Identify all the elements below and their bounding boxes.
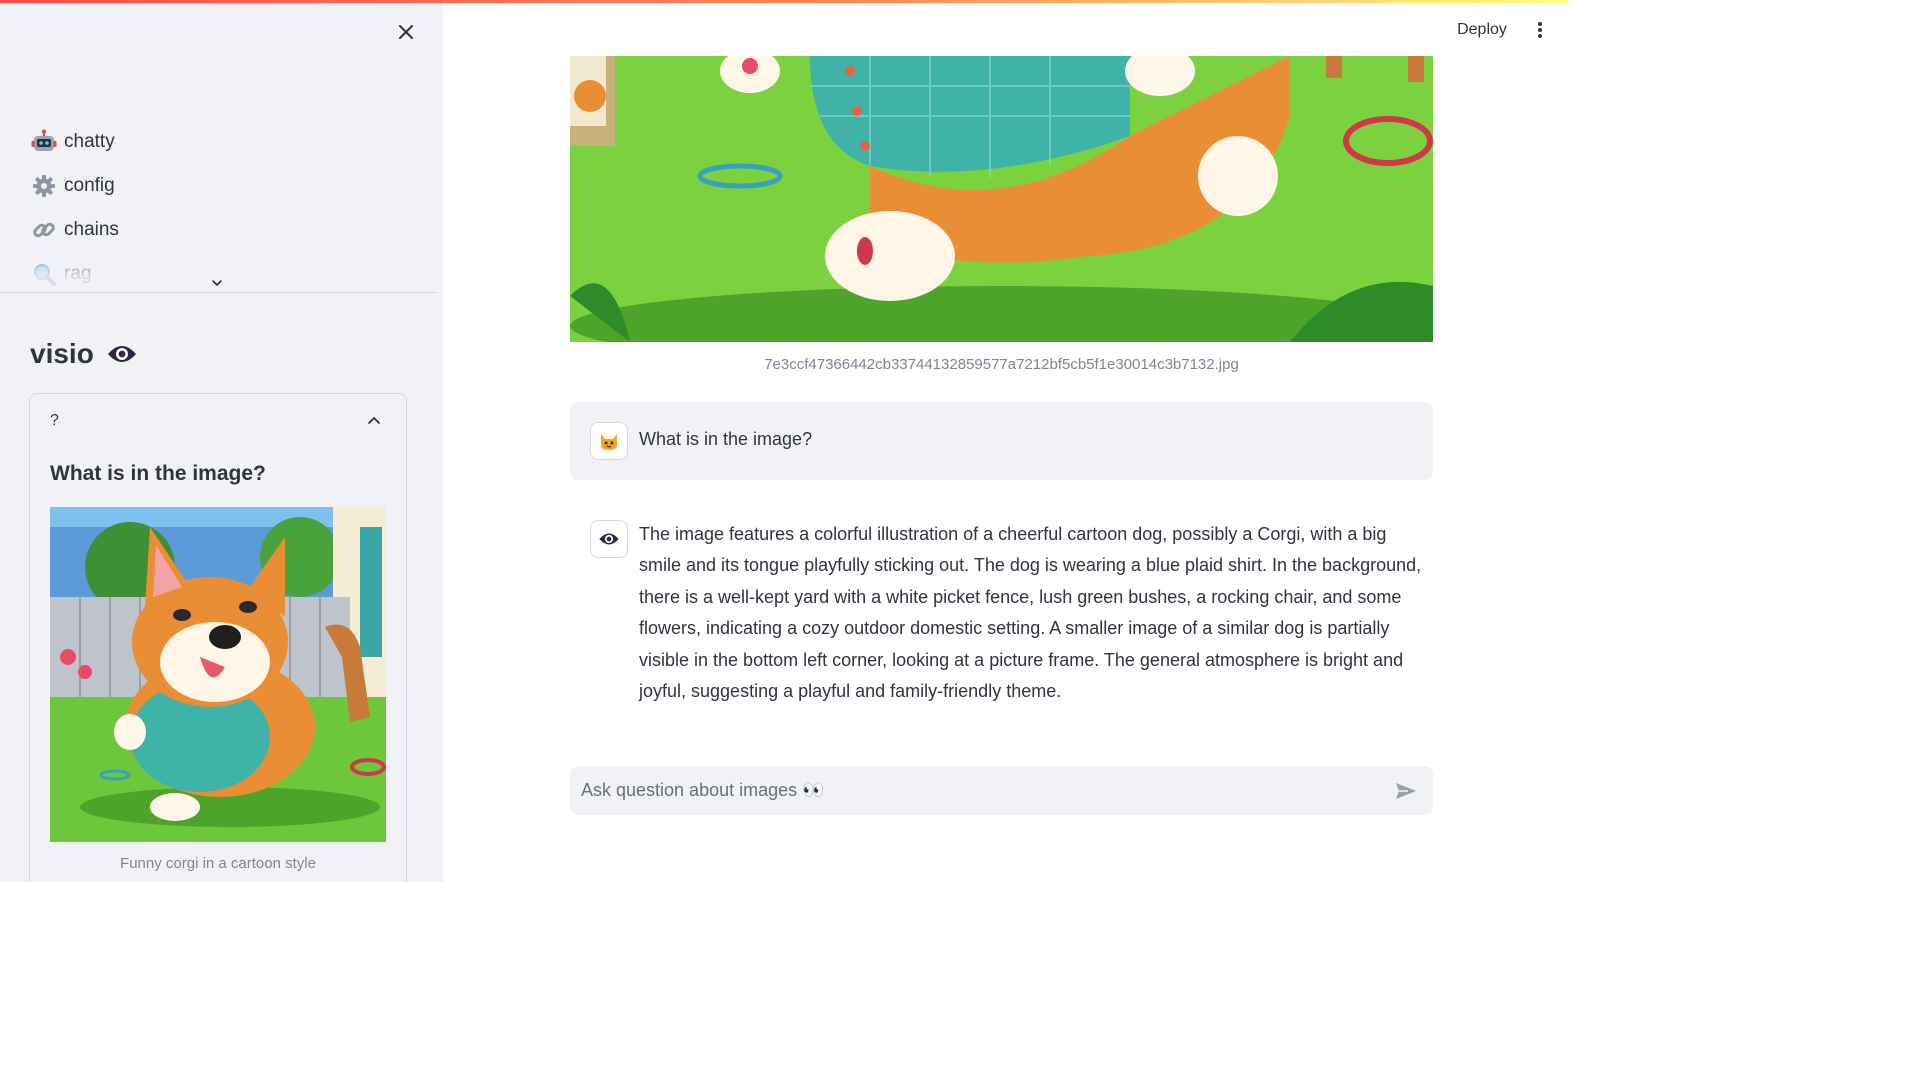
expander-header[interactable]: ? xyxy=(50,412,59,430)
sidebar-item-chains[interactable]: chains xyxy=(30,208,430,252)
magnifier-icon xyxy=(30,260,58,288)
sidebar-item-config[interactable]: config xyxy=(30,164,430,208)
assistant-message-text: The image features a colorful illustrati… xyxy=(639,524,1422,702)
kebab-icon xyxy=(1538,22,1542,38)
top-decoration-bar xyxy=(0,0,1568,3)
chevron-up-icon xyxy=(368,416,380,424)
question-expander: ? What is in the image? Funny corgi in a… xyxy=(29,393,407,882)
main-menu-button[interactable] xyxy=(1530,17,1550,43)
deploy-button[interactable]: Deploy xyxy=(1448,17,1516,43)
chevron-down-icon xyxy=(212,280,222,287)
gear-icon xyxy=(30,172,58,200)
assistant-avatar xyxy=(590,520,628,558)
user-message-text: What is in the image? xyxy=(639,429,813,449)
sidebar-item-chatty[interactable]: chatty xyxy=(30,120,430,164)
chat-input-container xyxy=(570,766,1433,815)
uploaded-image xyxy=(570,56,1433,342)
chat-message-user: What is in the image? xyxy=(570,402,1433,480)
page-title-text: visio xyxy=(30,338,94,369)
sidebar-item-label: rag xyxy=(64,263,92,284)
robot-icon xyxy=(30,128,58,156)
corgi-thumbnail-image xyxy=(50,507,386,842)
cat-icon xyxy=(601,434,617,450)
page-title: visio xyxy=(30,338,138,370)
user-avatar xyxy=(590,422,628,460)
send-button[interactable] xyxy=(1392,778,1420,804)
sidebar-item-label: config xyxy=(64,175,115,196)
chat-message-assistant: The image features a colorful illustrati… xyxy=(570,505,1433,715)
close-icon xyxy=(399,25,413,39)
sidebar-nav: chatty config chains rag xyxy=(30,120,430,290)
collapse-expander-button[interactable] xyxy=(364,410,384,430)
link-icon xyxy=(30,216,58,244)
thumbnail-caption: Funny corgi in a cartoon style xyxy=(120,855,316,872)
close-sidebar-button[interactable] xyxy=(393,19,419,45)
send-icon xyxy=(1396,783,1416,799)
eye-icon xyxy=(106,343,138,365)
expand-nav-button[interactable] xyxy=(209,276,225,290)
eye-icon xyxy=(599,533,619,545)
sidebar-item-label: chains xyxy=(64,219,119,240)
expander-question: What is in the image? xyxy=(50,462,266,485)
sidebar-item-label: chatty xyxy=(64,131,115,152)
chat-input[interactable] xyxy=(570,766,1381,815)
sidebar: chatty config chains rag visio ? What is… xyxy=(0,0,443,882)
sidebar-divider xyxy=(0,292,436,293)
sidebar-item-rag[interactable]: rag xyxy=(30,252,430,290)
image-caption: 7e3ccf47366442cb33744132859577a7212bf5cb… xyxy=(764,356,1239,373)
